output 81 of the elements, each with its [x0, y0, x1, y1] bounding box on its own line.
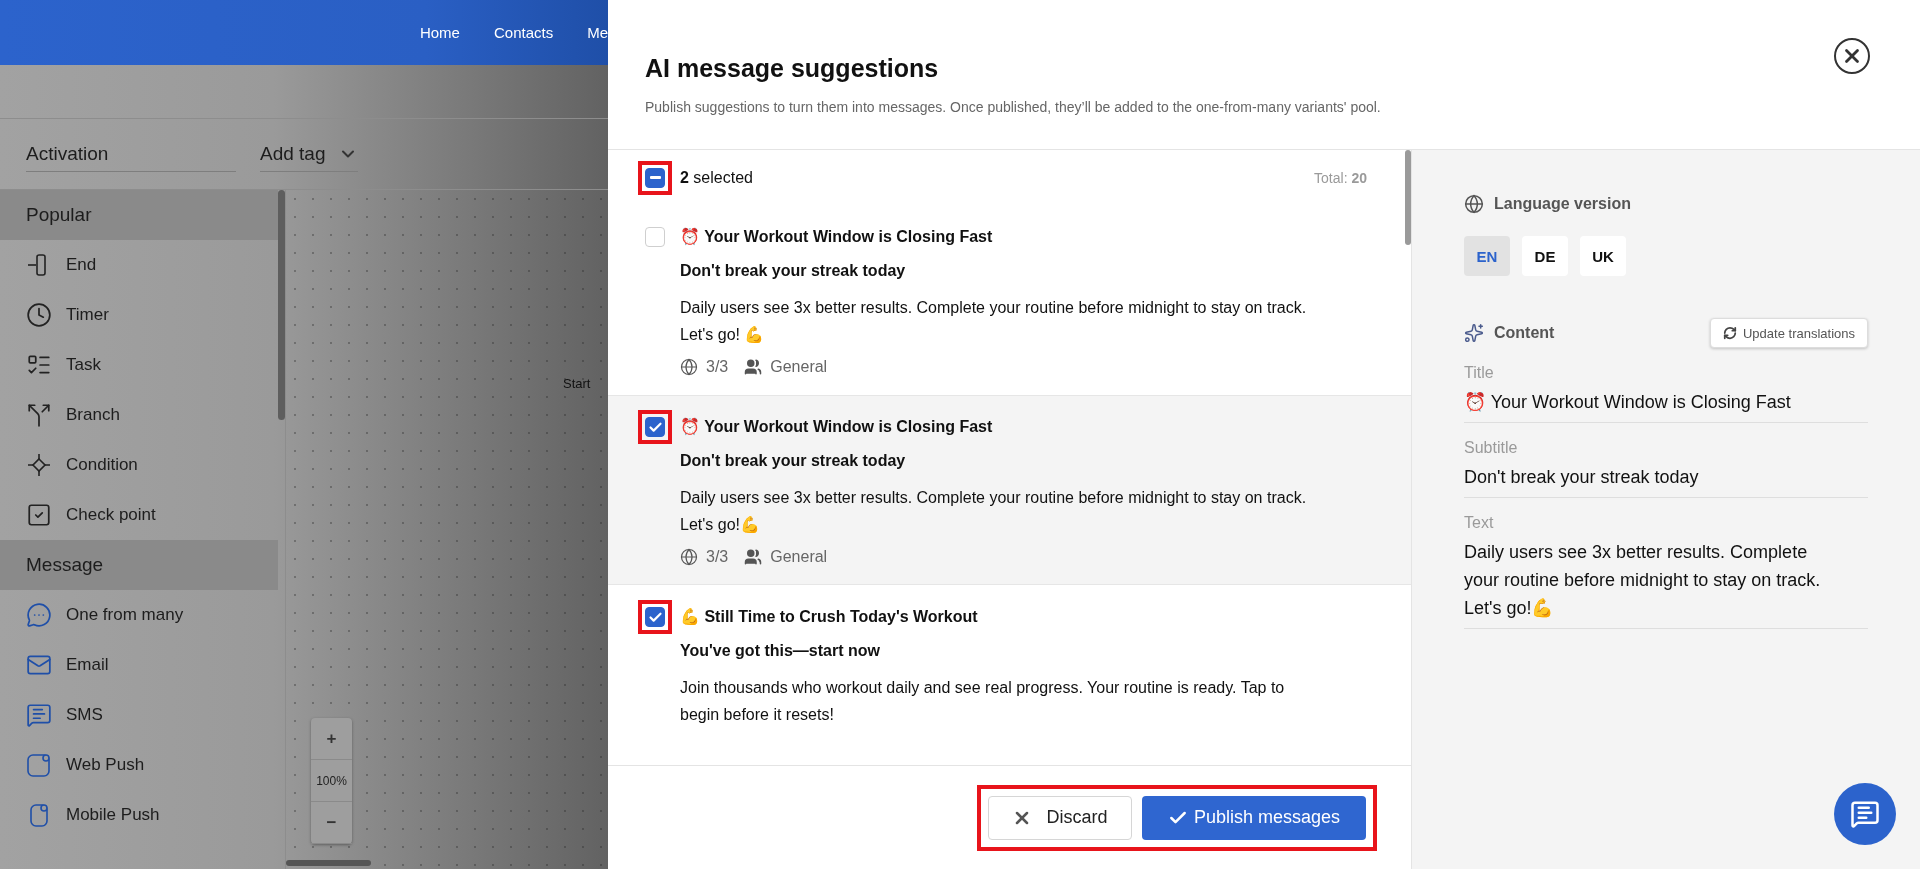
nav-link[interactable]: Home — [419, 24, 460, 41]
total-count: Total: 20 — [1314, 169, 1367, 186]
text-field[interactable]: Title ⏰ Your Workout Window is Closing Fast — [1464, 364, 1868, 423]
publish-button[interactable]: Publish messages — [1142, 795, 1366, 840]
palette-item[interactable]: Task — [0, 340, 278, 390]
tag-dropdown[interactable]: Add tag — [260, 136, 358, 172]
suggestion-subtitle: You've got this—start now — [680, 641, 881, 661]
palette-item[interactable]: End — [0, 240, 278, 290]
nav-link[interactable]: Me — [587, 24, 608, 41]
speech-bubble-icon — [26, 602, 52, 628]
suggestion-title: ⏰ Your Workout Window is Closing Fast — [680, 227, 994, 247]
suggestion-subtitle: Don't break your streak today — [680, 261, 907, 281]
palette-item[interactable]: Email — [0, 640, 278, 690]
field-label: Text — [1464, 514, 1495, 532]
checkbox-icon — [26, 502, 52, 528]
chat-icon — [1850, 799, 1880, 829]
zoom-out-button[interactable]: − — [311, 802, 352, 844]
node-label: Start — [563, 376, 591, 391]
audience-label: General — [770, 358, 828, 376]
audience-label: General — [770, 548, 828, 566]
globe-icon — [680, 358, 698, 376]
palette-item[interactable]: Condition — [0, 440, 278, 490]
update-translations-button[interactable]: Update translations — [1710, 318, 1868, 348]
checkbox[interactable] — [645, 417, 665, 437]
diamond-icon — [26, 452, 52, 478]
globe-icon — [680, 548, 698, 566]
zoom-in-button[interactable]: + — [311, 718, 352, 760]
palette-item[interactable]: One from many — [0, 590, 278, 640]
text-field[interactable]: Text Daily users see 3x better results. Complete your routine before midnight to stay on track. Let's go!💪 — [1464, 514, 1868, 629]
field-value: Don't break your streak today — [1464, 466, 1700, 489]
dialog-title: AI message suggestions — [645, 54, 940, 83]
field-value: ⏰ Your Workout Window is Closing Fast — [1464, 391, 1792, 414]
sparkle-icon — [1464, 323, 1484, 343]
refresh-icon — [1723, 326, 1737, 340]
suggestion-text: Daily users see 3x better results. Complete your routine before midnight to stay on track. Let's go! 💪 — [680, 298, 1308, 345]
dialog-description: Publish suggestions to turn them into messages. Once published, they’ll be added to the one-from-many variants' pool. — [645, 99, 1382, 115]
language-count: 3/3 — [706, 358, 729, 376]
scrollbar[interactable] — [1405, 150, 1411, 245]
notification-window-icon — [26, 752, 52, 778]
language-count: 3/3 — [706, 548, 729, 566]
suggestion-text: Daily users see 3x better results. Complete your routine before midnight to stay on track. Let's go!💪 — [680, 488, 1308, 535]
field-label: Title — [1464, 364, 1495, 382]
palette-item[interactable]: Branch — [0, 390, 278, 440]
suggestion-subtitle: Don't break your streak today — [680, 451, 907, 471]
scrollbar[interactable] — [278, 190, 285, 420]
section-heading: Content — [1494, 324, 1555, 342]
palette-item[interactable]: Mobile Push — [0, 790, 278, 840]
section-heading: Language version — [1494, 195, 1631, 213]
people-icon — [744, 358, 763, 376]
language-tab[interactable]: UK — [1580, 236, 1626, 276]
suggestion-title: 💪 Still Time to Crush Today's Workout — [680, 607, 979, 627]
field-label: Subtitle — [1464, 439, 1519, 457]
zoom-level: 100% — [311, 760, 352, 802]
palette-item[interactable]: Web Push — [0, 740, 278, 790]
close-button[interactable] — [1834, 38, 1870, 74]
clock-icon — [26, 302, 52, 328]
suggestion-card[interactable]: ⏰ Your Workout Window is Closing Fast Don't break your streak today Daily users see 3x better results. Complete your routine before midnight to stay on track. Let's go!💪 3/3 General — [608, 395, 1411, 585]
section-header[interactable]: Message — [0, 540, 278, 590]
palette-item[interactable]: SMS — [0, 690, 278, 740]
name-field[interactable]: Activation — [26, 136, 236, 172]
minus-icon — [649, 176, 661, 179]
palette-item[interactable]: Check point — [0, 490, 278, 540]
scrollbar[interactable] — [286, 860, 371, 866]
palette-item[interactable]: Timer — [0, 290, 278, 340]
selection-count: 2 selected — [680, 168, 754, 187]
branch-icon — [26, 402, 52, 428]
people-icon — [744, 548, 763, 566]
select-all-checkbox[interactable] — [645, 167, 665, 188]
globe-icon — [1464, 194, 1484, 214]
text-field[interactable]: Subtitle Don't break your streak today — [1464, 439, 1868, 498]
suggestion-title: ⏰ Your Workout Window is Closing Fast — [680, 417, 994, 437]
field-value: Daily users see 3x better results. Complete your routine before midnight to stay on track. Let's go!💪 — [1464, 541, 1822, 620]
language-tab[interactable]: EN — [1464, 236, 1510, 276]
discard-button[interactable]: Discard — [988, 795, 1132, 840]
language-tab[interactable]: DE — [1522, 236, 1568, 276]
checkbox[interactable] — [645, 607, 665, 627]
nav-link[interactable]: Contacts — [493, 24, 554, 41]
suggestion-text: Join thousands who workout daily and see real progress. Your routine is ready. Tap to begin before it resets! — [680, 678, 1286, 725]
chat-icon — [26, 702, 52, 728]
envelope-icon — [26, 652, 52, 678]
section-header[interactable]: Popular — [0, 190, 278, 240]
